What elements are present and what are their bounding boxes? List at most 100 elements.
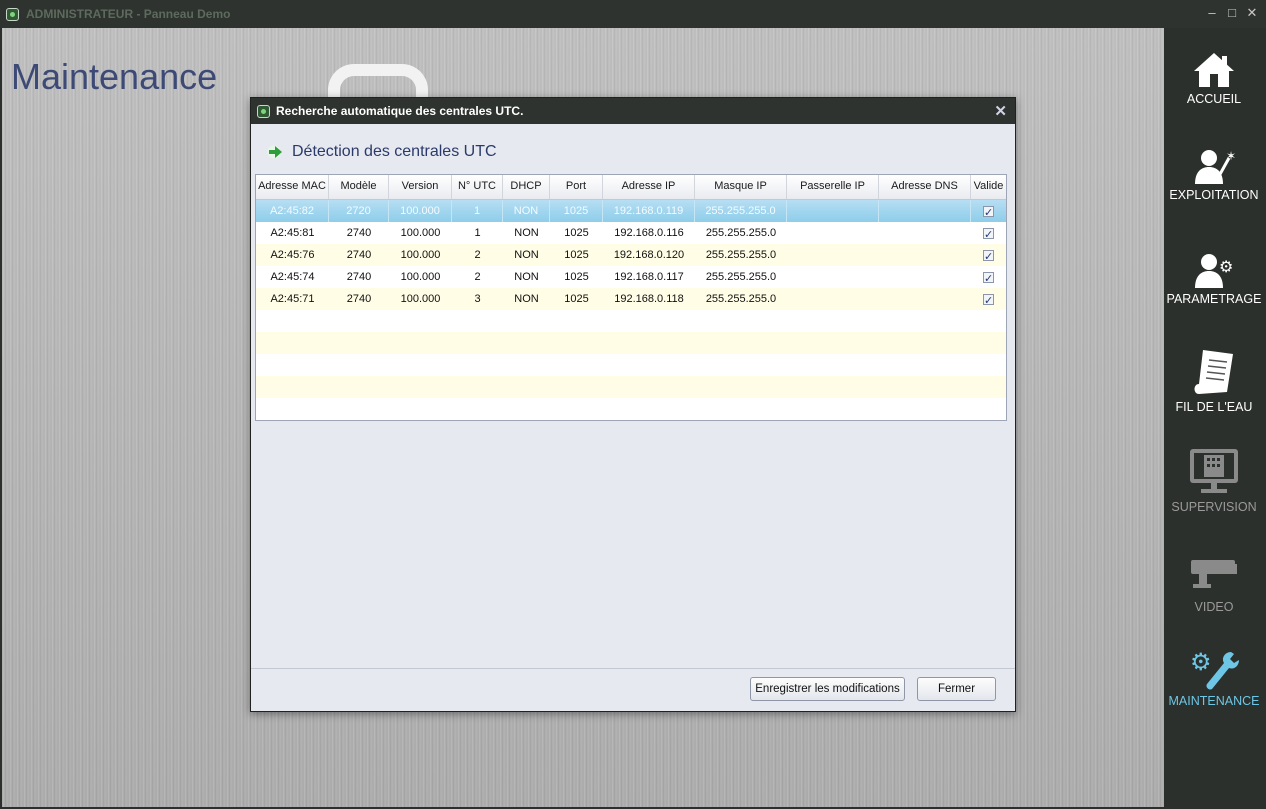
column-header[interactable]: Adresse IP: [603, 175, 695, 199]
nav-label-parametrage: PARAMETRAGE: [1166, 292, 1262, 306]
cell-mask: 255.255.255.0: [705, 249, 777, 261]
valid-checkbox[interactable]: [983, 224, 994, 244]
column-header[interactable]: Masque IP: [695, 175, 787, 199]
operator-wand-icon: ✶: [1195, 149, 1236, 184]
cell-dns: [879, 288, 971, 310]
footer-separator: [251, 668, 1015, 669]
cell-mask: 255.255.255.0: [705, 227, 777, 239]
document-list-icon: [1194, 350, 1233, 394]
cell-version: 100.000: [400, 227, 441, 239]
close-button[interactable]: Fermer: [917, 677, 996, 701]
empty-row: [256, 376, 1006, 398]
column-header[interactable]: Valide: [971, 175, 1006, 199]
maximize-button[interactable]: □: [1224, 5, 1240, 21]
cell-utc-number: 3: [474, 293, 481, 305]
cell-valid: [971, 266, 1006, 288]
cell-dhcp: NON: [514, 227, 539, 239]
column-header[interactable]: Passerelle IP: [787, 175, 879, 199]
column-header[interactable]: Version: [389, 175, 452, 199]
user-gear-icon: ⚙: [1195, 254, 1233, 288]
svg-text:⚙: ⚙: [1190, 648, 1212, 676]
cell-version: 100.000: [400, 249, 441, 261]
valid-checkbox[interactable]: [983, 268, 994, 288]
close-window-button[interactable]: ✕: [1244, 5, 1260, 21]
cell-version: 100.000: [389, 200, 452, 222]
cell-model: 2740: [346, 293, 372, 305]
valid-checkbox[interactable]: [983, 246, 994, 266]
table-row[interactable]: A2:45:82 2720 100.000 1 NON 1025 192.168…: [256, 200, 1006, 222]
cell-mac: A2:45:71: [270, 293, 315, 305]
cell-mask: 255.255.255.0: [705, 293, 777, 305]
dialog-close-button[interactable]: ✕: [994, 102, 1007, 120]
utc-table: Adresse MAC Modèle Version N° UTC DHCP P…: [255, 174, 1007, 421]
column-header[interactable]: Modèle: [329, 175, 389, 199]
green-arrow-icon: [267, 145, 282, 159]
cell-valid: [971, 288, 1006, 310]
cell-gateway: [787, 200, 879, 222]
cell-port: 1025: [564, 271, 589, 283]
cell-dns: [879, 222, 971, 244]
cell-mac: A2:45:81: [270, 227, 315, 239]
app-logo-icon: [6, 8, 19, 21]
nav-item-video[interactable]: VIDEO: [1164, 556, 1264, 614]
table-row[interactable]: A2:45:76 2740 100.000 2 NON 1025 192.168…: [256, 244, 1006, 266]
monitor-building-icon: [1190, 449, 1238, 493]
valid-checkbox[interactable]: [983, 290, 994, 310]
cell-dhcp: NON: [503, 200, 550, 222]
table-row[interactable]: A2:45:71 2740 100.000 3 NON 1025 192.168…: [256, 288, 1006, 310]
sidebar: ACCUEIL ✶ EXPLOITATION ⚙ PARAMETRAGE FIL…: [1164, 28, 1266, 809]
nav-item-fil-de-leau[interactable]: FIL DE L'EAU: [1164, 346, 1264, 414]
page-title: Maintenance: [11, 56, 218, 97]
column-header[interactable]: Port: [550, 175, 603, 199]
svg-text:⚙: ⚙: [1219, 257, 1233, 276]
column-header[interactable]: Adresse DNS: [879, 175, 971, 199]
cell-valid: [971, 200, 1006, 222]
cell-dhcp: NON: [514, 249, 539, 261]
save-changes-button[interactable]: Enregistrer les modifications: [750, 677, 905, 701]
column-header[interactable]: Adresse MAC: [256, 175, 329, 199]
utc-search-dialog: Recherche automatique des centrales UTC.…: [250, 97, 1016, 712]
nav-item-exploitation[interactable]: ✶ EXPLOITATION: [1164, 146, 1264, 202]
svg-text:✶: ✶: [1226, 149, 1236, 163]
cell-model: 2740: [346, 227, 372, 239]
cell-version: 100.000: [400, 293, 441, 305]
cell-dns: [879, 266, 971, 288]
table-row[interactable]: A2:45:81 2740 100.000 1 NON 1025 192.168…: [256, 222, 1006, 244]
empty-row: [256, 332, 1006, 354]
dialog-title: Recherche automatique des centrales UTC.: [276, 104, 524, 118]
empty-row: [256, 354, 1006, 376]
cell-mask: 255.255.255.0: [695, 200, 787, 222]
nav-item-accueil[interactable]: ACCUEIL: [1164, 50, 1264, 106]
cell-ip: 192.168.0.116: [614, 227, 684, 239]
column-header[interactable]: N° UTC: [452, 175, 503, 199]
cell-dhcp: NON: [514, 293, 539, 305]
cell-model: 2740: [346, 249, 372, 261]
camera-icon: [1191, 560, 1237, 588]
empty-row: [256, 310, 1006, 332]
table-row[interactable]: A2:45:74 2740 100.000 2 NON 1025 192.168…: [256, 266, 1006, 288]
nav-label-accueil: ACCUEIL: [1186, 92, 1242, 106]
nav-item-maintenance[interactable]: ⚙ MAINTENANCE: [1164, 646, 1264, 708]
nav-item-supervision[interactable]: SUPERVISION: [1164, 446, 1264, 514]
gear-wrench-icon: ⚙: [1190, 648, 1239, 690]
cell-dns: [879, 200, 971, 222]
dialog-app-icon: [257, 105, 270, 118]
table-header: Adresse MAC Modèle Version N° UTC DHCP P…: [256, 175, 1006, 200]
nav-item-parametrage[interactable]: ⚙ PARAMETRAGE: [1164, 250, 1264, 306]
cell-utc-number: 2: [474, 271, 481, 283]
cell-gateway: [787, 288, 879, 310]
window-title: ADMINISTRATEUR - Panneau Demo: [26, 7, 231, 21]
cell-gateway: [787, 266, 879, 288]
cell-utc-number: 2: [474, 249, 481, 261]
minimize-button[interactable]: –: [1204, 5, 1220, 21]
cell-port: 1025: [564, 249, 589, 261]
valid-checkbox[interactable]: [983, 202, 994, 222]
cell-model: 2720: [329, 200, 389, 222]
empty-row: [256, 398, 1006, 420]
column-header[interactable]: DHCP: [503, 175, 550, 199]
cell-port: 1025: [564, 227, 589, 239]
cell-ip: 192.168.0.120: [613, 249, 685, 261]
nav-label-exploitation: EXPLOITATION: [1169, 188, 1259, 202]
nav-label-maintenance: MAINTENANCE: [1168, 694, 1260, 708]
cell-mac: A2:45:82: [256, 200, 329, 222]
